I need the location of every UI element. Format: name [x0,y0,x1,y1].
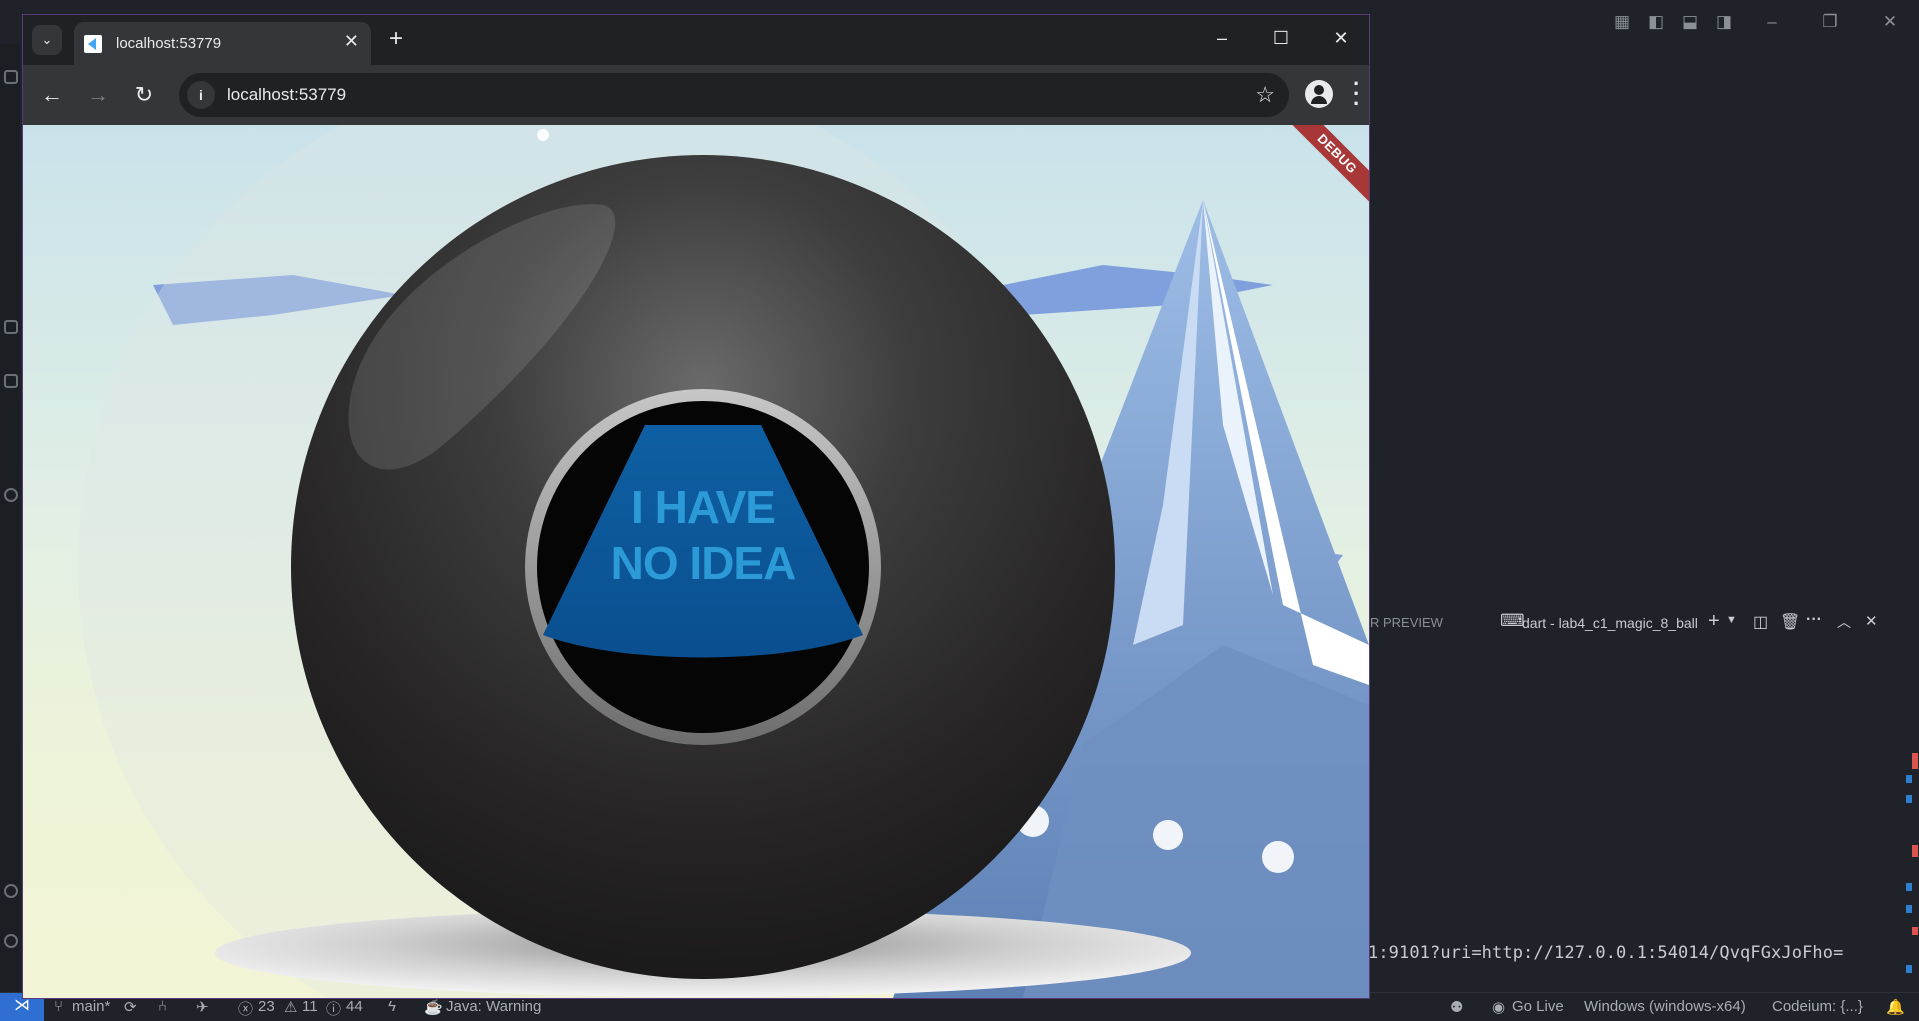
extensions-icon[interactable] [4,320,18,334]
vscode-restore-icon[interactable]: ❐ [1820,12,1840,32]
trash-icon[interactable]: 🗑 [1780,612,1800,632]
warning-count[interactable]: 11 [302,998,318,1015]
terminal-output-line: 1:9101?uri=http://127.0.0.1:54014/QvqFGx… [1368,943,1844,963]
tab-close-icon[interactable]: ✕ [344,31,359,52]
bookmark-star-icon[interactable]: ☆ [1255,82,1275,108]
panel-header: R PREVIEW ⌨ dart - lab4_c1_magic_8_ball … [1370,605,1919,641]
site-info-icon[interactable]: i [187,81,215,109]
activity-bar [0,44,20,992]
broadcast-icon: ◉ [1492,999,1506,1016]
toggle-panel-icon[interactable]: ⬓ [1680,12,1700,32]
tab-search-chevron-icon[interactable]: ⌄ [32,25,62,55]
account-icon[interactable] [4,884,18,898]
lightning-icon[interactable]: ϟ [388,998,396,1015]
flutter-favicon-icon [84,35,102,53]
answer-text-line2: NO IDEA [610,537,797,589]
run-debug-icon[interactable] [4,374,18,388]
back-arrow-icon[interactable]: ← [39,82,65,108]
terminal-icon: ⌨ [1500,611,1525,630]
close-icon[interactable]: ✕ [1329,28,1353,49]
git-graph-icon[interactable]: ⑃ [158,998,167,1015]
new-tab-plus-icon[interactable]: + [389,27,403,51]
sync-icon[interactable]: ⟳ [124,998,137,1016]
panel-tab-preview[interactable]: R PREVIEW [1370,615,1443,630]
minimize-icon[interactable]: – [1210,28,1234,49]
vscode-close-icon[interactable]: ✕ [1880,12,1900,32]
reload-icon[interactable]: ↻ [131,82,157,108]
url-text[interactable]: localhost:53779 [227,85,346,105]
forward-arrow-icon[interactable]: → [85,82,111,108]
error-icon: ⓧ [238,1001,254,1018]
flutter-app-viewport: I HAVE NO IDEA DEBUG [23,125,1369,998]
info-count[interactable]: 44 [346,998,363,1015]
error-count[interactable]: 23 [258,998,275,1015]
kebab-menu-icon[interactable]: · · · [1353,73,1363,115]
close-panel-icon[interactable]: ✕ [1865,612,1878,630]
more-actions-icon[interactable]: ··· [1806,611,1822,629]
remote-icon[interactable] [4,488,18,502]
tab-strip: ⌄ localhost:53779 ✕ + – ☐ ✕ [23,15,1369,65]
explorer-icon[interactable] [4,70,18,84]
go-live-button[interactable]: Go Live [1512,998,1564,1015]
chrome-window: ⌄ localhost:53779 ✕ + – ☐ ✕ ← → ↻ i loca… [22,14,1370,999]
codeium-status[interactable]: Codeium: {...} [1772,998,1863,1015]
coffee-icon: ☕ [424,999,443,1016]
terminal-scroll-markers [1902,665,1919,995]
branch-icon: ⑂ [54,998,64,1015]
browser-tab[interactable]: localhost:53779 ✕ [74,22,371,65]
warning-icon: ⚠ [284,999,298,1016]
address-bar[interactable]: i localhost:53779 ☆ [179,73,1289,117]
branch-name[interactable]: main* [72,998,110,1015]
new-terminal-icon[interactable]: + [1708,610,1720,633]
deploy-icon[interactable]: ✈ [196,998,209,1016]
copilot-icon[interactable]: ⚉ [1450,998,1463,1016]
toggle-sidebar-icon[interactable]: ◧ [1646,12,1666,32]
split-terminal-icon[interactable]: ◫ [1753,612,1768,632]
info-icon: ⓘ [326,1001,342,1018]
profile-avatar-icon[interactable] [1305,80,1333,108]
layout-icon[interactable]: ▦ [1612,12,1632,32]
chevron-down-icon[interactable]: ▼ [1726,614,1737,626]
settings-gear-icon[interactable] [4,934,18,948]
answer-text-line1: I HAVE [631,481,776,533]
maximize-icon[interactable]: ☐ [1269,28,1293,49]
browser-toolbar: ← → ↻ i localhost:53779 ☆ · · · [23,65,1369,125]
notifications-bell-icon[interactable]: 🔔 [1886,998,1905,1016]
platform-status[interactable]: Windows (windows-x64) [1584,998,1746,1015]
java-status[interactable]: Java: Warning [446,998,541,1015]
tab-title: localhost:53779 [116,35,222,52]
toggle-secondary-sidebar-icon[interactable]: ◨ [1714,12,1734,32]
vscode-minimize-icon[interactable]: – [1762,12,1782,32]
terminal-name[interactable]: dart - lab4_c1_magic_8_ball [1522,615,1698,631]
maximize-panel-icon[interactable]: ︿ [1837,612,1851,632]
